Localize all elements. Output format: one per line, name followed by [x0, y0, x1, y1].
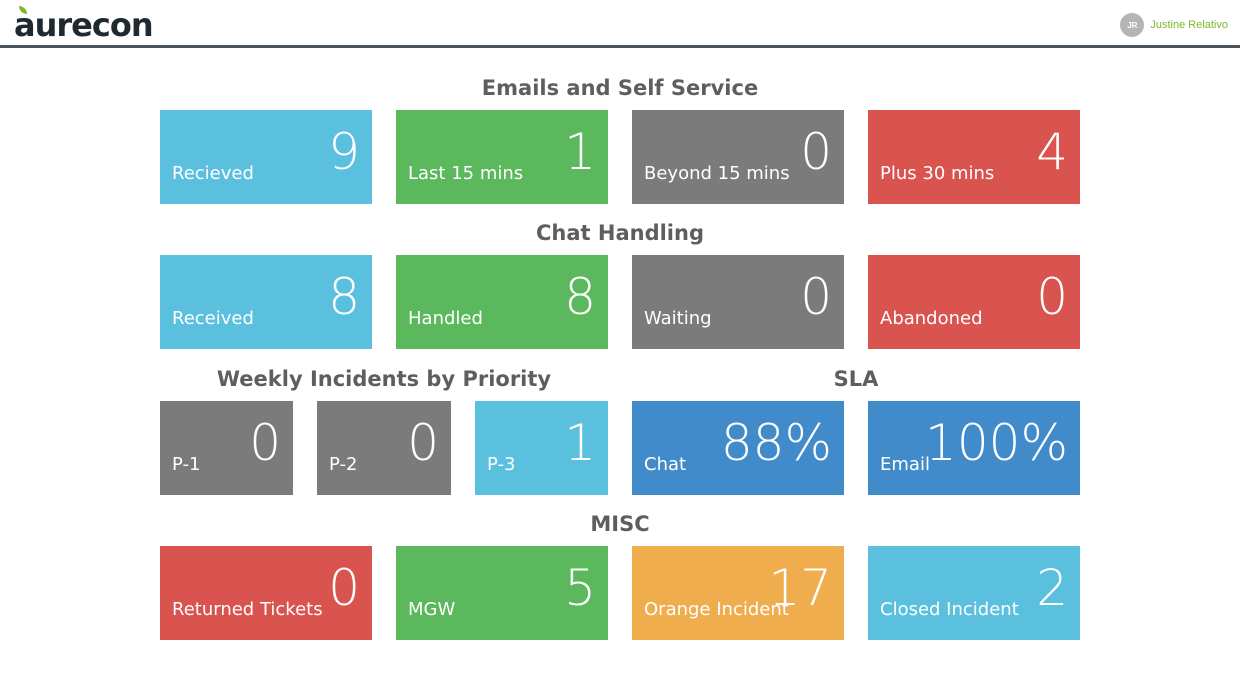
section-title-emails: Emails and Self Service [481, 76, 759, 100]
user-menu[interactable]: JR Justine Relativo [1120, 12, 1228, 38]
tile-sla-email[interactable]: Email 100% [868, 401, 1080, 495]
tile-label: Orange Incident [644, 599, 789, 620]
tile-label: P-3 [487, 454, 516, 475]
tile-label: Email [880, 454, 930, 475]
tile-label: P-1 [172, 454, 201, 475]
tile-value: 8 [328, 268, 360, 326]
tile-value: 100% [925, 414, 1068, 472]
tile-label: P-2 [329, 454, 358, 475]
tile-label: Returned Tickets [172, 599, 323, 620]
tile-value: 9 [328, 123, 360, 181]
avatar[interactable]: JR [1120, 13, 1145, 37]
user-name[interactable]: Justine Relativo [1150, 19, 1228, 31]
top-bar: aurecon JR Justine Relativo [0, 0, 1240, 48]
logo[interactable]: aurecon [14, 6, 154, 44]
tile-value: 88% [720, 414, 832, 472]
tile-emails-received[interactable]: Recieved 9 [160, 110, 372, 204]
tile-label: Handled [408, 308, 483, 329]
tile-label: Abandoned [880, 308, 983, 329]
tile-value: 0 [1036, 268, 1068, 326]
tile-value: 1 [564, 123, 596, 181]
section-title-chat: Chat Handling [536, 221, 704, 245]
tile-value: 5 [564, 559, 596, 617]
tile-value: 0 [800, 268, 832, 326]
tile-emails-beyond-15[interactable]: Beyond 15 mins 0 [632, 110, 844, 204]
section-title-misc: MISC [590, 512, 650, 536]
tile-emails-plus-30[interactable]: Plus 30 mins 4 [868, 110, 1080, 204]
tile-chat-received[interactable]: Received 8 [160, 255, 372, 349]
tile-value: 0 [800, 123, 832, 181]
tile-incident-p1[interactable]: P-1 0 [160, 401, 293, 495]
tile-value: 4 [1036, 123, 1068, 181]
tile-label: Last 15 mins [408, 163, 524, 184]
tile-value: 1 [564, 414, 596, 472]
tile-chat-waiting[interactable]: Waiting 0 [632, 255, 844, 349]
tile-label: Chat [644, 454, 687, 475]
tile-value: 2 [1036, 559, 1068, 617]
tile-label: Waiting [644, 308, 712, 329]
tile-value: 0 [328, 559, 360, 617]
tile-label: Recieved [172, 163, 254, 184]
tile-chat-handled[interactable]: Handled 8 [396, 255, 608, 349]
tile-misc-mgw[interactable]: MGW 5 [396, 546, 608, 640]
tile-label: Received [172, 308, 254, 329]
section-title-incidents: Weekly Incidents by Priority [216, 367, 552, 391]
section-title-sla: SLA [833, 367, 879, 391]
tile-label: MGW [408, 599, 456, 620]
tile-value: 17 [768, 559, 832, 617]
tile-emails-last-15[interactable]: Last 15 mins 1 [396, 110, 608, 204]
tile-incident-p2[interactable]: P-2 0 [317, 401, 451, 495]
tile-label: Beyond 15 mins [644, 163, 790, 184]
tile-value: 0 [407, 414, 439, 472]
tile-incident-p3[interactable]: P-3 1 [475, 401, 608, 495]
tile-chat-abandoned[interactable]: Abandoned 0 [868, 255, 1080, 349]
tile-label: Closed Incident [880, 599, 1019, 620]
tile-label: Plus 30 mins [880, 163, 995, 184]
tile-value: 8 [564, 268, 596, 326]
tile-misc-returned-tickets[interactable]: Returned Tickets 0 [160, 546, 372, 640]
tile-misc-closed-incident[interactable]: Closed Incident 2 [868, 546, 1080, 640]
tile-misc-orange-incident[interactable]: Orange Incident 17 [632, 546, 844, 640]
tile-sla-chat[interactable]: Chat 88% [632, 401, 844, 495]
tile-value: 0 [249, 414, 281, 472]
